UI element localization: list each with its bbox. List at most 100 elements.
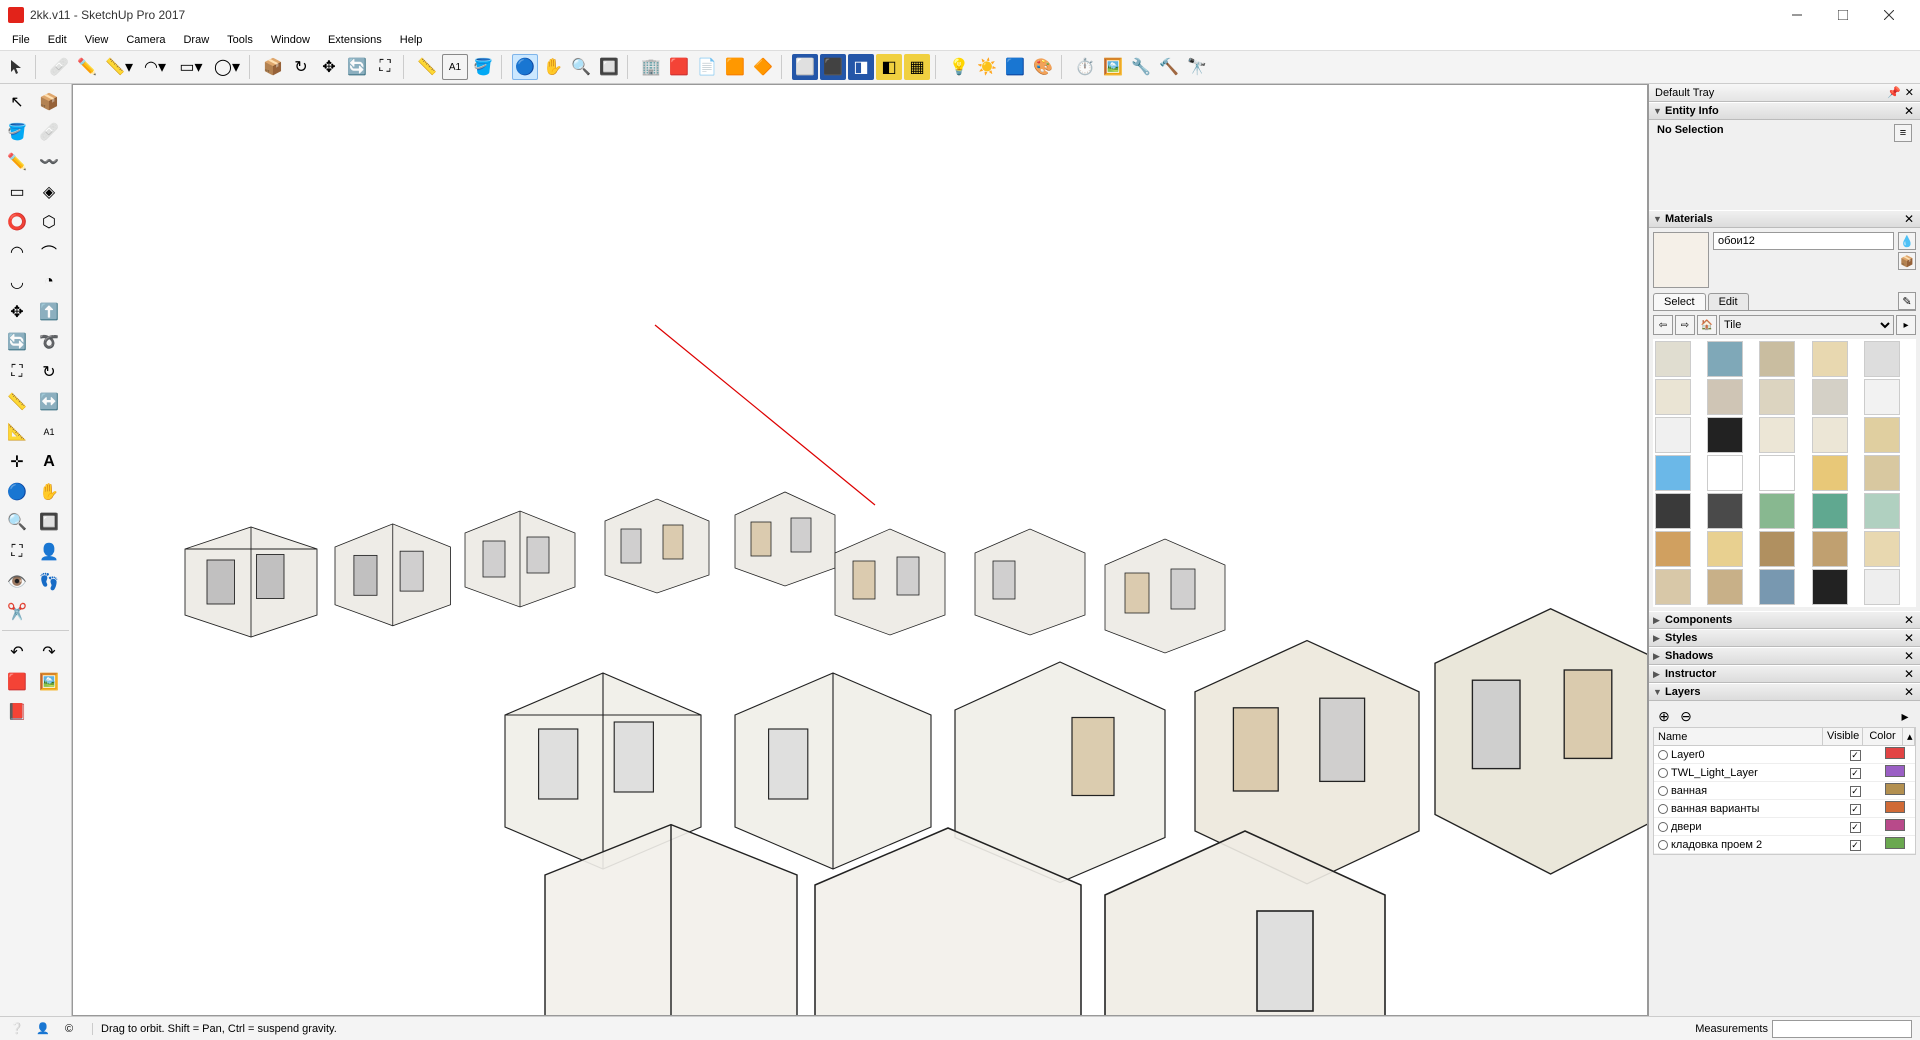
eyedropper-icon[interactable]: ✎ [1898, 292, 1916, 310]
materials-tab-edit[interactable]: Edit [1708, 293, 1749, 310]
panel-close-icon[interactable]: ✕ [1902, 649, 1916, 663]
layer-row[interactable]: TWL_Light_Layer ✓ [1654, 764, 1915, 782]
material-swatch[interactable] [1759, 417, 1795, 453]
material-swatch[interactable] [1759, 493, 1795, 529]
pan-tool[interactable]: ✋ [540, 54, 566, 80]
material-swatch[interactable] [1707, 493, 1743, 529]
polygon-tool[interactable]: ⬡ [34, 208, 64, 236]
light-tool[interactable]: 💡 [946, 54, 972, 80]
panel-close-icon[interactable]: ✕ [1902, 613, 1916, 627]
viewport[interactable] [72, 84, 1648, 1016]
menu-edit[interactable]: Edit [40, 32, 75, 48]
layers-col-visible[interactable]: Visible [1823, 728, 1863, 745]
menu-camera[interactable]: Camera [118, 32, 173, 48]
measurements-input[interactable] [1772, 1020, 1912, 1038]
layer-row[interactable]: двери ✓ [1654, 818, 1915, 836]
panel-styles-header[interactable]: ▶Styles✕ [1649, 629, 1920, 647]
material-swatch[interactable] [1707, 455, 1743, 491]
home-icon[interactable]: 🏠 [1697, 315, 1717, 335]
layer-row[interactable]: ванная ✓ [1654, 782, 1915, 800]
material-swatch[interactable] [1864, 493, 1900, 529]
eraser-tool[interactable]: 🩹 [46, 54, 72, 80]
sun-tool[interactable]: ☀️ [974, 54, 1000, 80]
warehouse-button[interactable]: 🏢 [638, 54, 664, 80]
wrench-tool[interactable]: 🔧 [1128, 54, 1154, 80]
offset-tool-2[interactable]: ↻ [34, 358, 64, 386]
maximize-button[interactable] [1820, 0, 1866, 30]
ext-tool-b[interactable]: 🖼️ [34, 668, 64, 696]
menu-extensions[interactable]: Extensions [320, 32, 390, 48]
walk-tool[interactable]: 👣 [34, 568, 64, 596]
sample-icon[interactable]: 💧 [1898, 232, 1916, 250]
ext-tool-a[interactable]: 🟥 [2, 668, 32, 696]
material-swatch[interactable] [1864, 341, 1900, 377]
material-category-select[interactable]: Tile [1719, 315, 1894, 335]
binoculars-tool[interactable]: 🔭 [1184, 54, 1210, 80]
2pt-arc-tool[interactable]: ⌒ [34, 238, 64, 266]
menu-window[interactable]: Window [263, 32, 318, 48]
paint-tool-2[interactable]: 🪣 [2, 118, 32, 146]
undo-tool[interactable]: ↶ [2, 638, 32, 666]
material-swatch[interactable] [1812, 531, 1848, 567]
rectangle-tool[interactable]: ▭▾ [174, 54, 208, 80]
protractor-tool[interactable]: 📐 [2, 418, 32, 446]
material-swatch[interactable] [1655, 341, 1691, 377]
material-swatch[interactable] [1655, 417, 1691, 453]
rotate-tool[interactable]: 🔄 [344, 54, 370, 80]
panel-entity-info-header[interactable]: ▼ Entity Info ✕ [1649, 102, 1920, 120]
material-swatch[interactable] [1759, 531, 1795, 567]
material-swatch[interactable] [1864, 569, 1900, 605]
remove-layer-icon[interactable]: ⊖ [1677, 707, 1695, 725]
circle-tool[interactable]: ◯▾ [210, 54, 244, 80]
select-tool-2[interactable]: ↖ [2, 88, 32, 116]
material-swatch[interactable] [1759, 341, 1795, 377]
material-swatch[interactable] [1759, 569, 1795, 605]
material-swatch[interactable] [1707, 569, 1743, 605]
position-camera-tool[interactable]: 👤 [34, 538, 64, 566]
panel-close-icon[interactable]: ✕ [1902, 685, 1916, 699]
material-swatch[interactable] [1812, 493, 1848, 529]
freehand-tool[interactable]: 〰️ [34, 148, 64, 176]
tray-close-icon[interactable]: ✕ [1905, 86, 1914, 99]
menu-view[interactable]: View [77, 32, 117, 48]
material-swatch[interactable] [1864, 531, 1900, 567]
nav-back-icon[interactable]: ⇦ [1653, 315, 1673, 335]
zoom-extents-tool[interactable]: 🔲 [596, 54, 622, 80]
move-tool-2[interactable]: ✥ [2, 298, 32, 326]
axes-tool[interactable]: ✛ [2, 448, 32, 476]
component-tool[interactable]: 📦 [34, 88, 64, 116]
material-swatch[interactable] [1812, 455, 1848, 491]
style-top[interactable]: ⬛ [820, 54, 846, 80]
material-swatch[interactable] [1864, 379, 1900, 415]
extension-warehouse-button[interactable]: 🟥 [666, 54, 692, 80]
text-tool-2[interactable]: A1 [34, 418, 64, 446]
pushpull-tool-2[interactable]: ⬆️ [34, 298, 64, 326]
panel-components-header[interactable]: ▶ Components ✕ [1649, 611, 1920, 629]
close-button[interactable] [1866, 0, 1912, 30]
material-preview-swatch[interactable] [1653, 232, 1709, 288]
orbit-tool[interactable]: 🔵 [512, 54, 538, 80]
material-swatch[interactable] [1864, 455, 1900, 491]
scale-tool[interactable]: ⛶ [372, 54, 398, 80]
rect-tool-2[interactable]: ▭ [2, 178, 32, 206]
layer-row[interactable]: ванная варианты ✓ [1654, 800, 1915, 818]
pan-tool-2[interactable]: ✋ [34, 478, 64, 506]
style-iso[interactable]: ⬜ [792, 54, 818, 80]
add-layer-icon[interactable]: ⊕ [1655, 707, 1673, 725]
render-tool[interactable]: 🖼️ [1100, 54, 1126, 80]
zoom-tool-2[interactable]: 🔍 [2, 508, 32, 536]
tray-header[interactable]: Default Tray 📌✕ [1649, 84, 1920, 102]
materials-tab-select[interactable]: Select [1653, 293, 1706, 310]
zoom-tool[interactable]: 🔍 [568, 54, 594, 80]
panel-layers-header[interactable]: ▼ Layers ✕ [1649, 683, 1920, 701]
material-swatch[interactable] [1707, 531, 1743, 567]
paint-tool[interactable]: 🪣 [470, 54, 496, 80]
material-swatch[interactable] [1812, 379, 1848, 415]
look-around-tool[interactable]: 👁️ [2, 568, 32, 596]
material-swatch[interactable] [1812, 417, 1848, 453]
palette-tool[interactable]: 🎨 [1030, 54, 1056, 80]
material-swatch[interactable] [1655, 569, 1691, 605]
pie-tool[interactable]: ◔ [34, 268, 64, 296]
panel-close-icon[interactable]: ✕ [1902, 212, 1916, 226]
panel-close-icon[interactable]: ✕ [1902, 667, 1916, 681]
